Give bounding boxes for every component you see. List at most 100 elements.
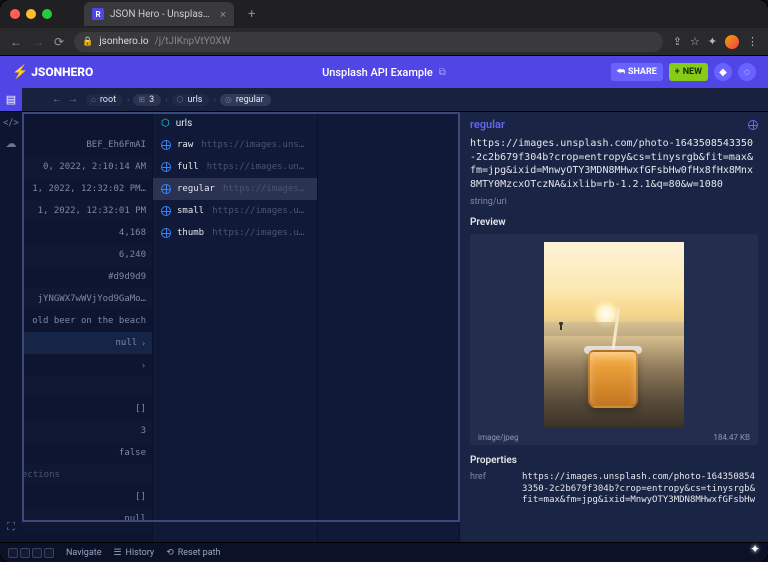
crumb-forward-icon[interactable]: →: [68, 94, 78, 105]
reset-icon: ⟲: [166, 548, 174, 558]
property-row: href https://images.unsplash.com/photo-16…: [470, 472, 758, 506]
parent-preview-column: BEF_Eh6FmAI0, 2022, 2:10:14 AM1, 2022, 1…: [22, 112, 152, 542]
details-url-value[interactable]: https://images.unsplash.com/photo-164350…: [470, 137, 758, 191]
parent-row[interactable]: null›: [22, 332, 152, 354]
url-row-full[interactable]: fullhttps://images.unsplash.com/ph…: [153, 156, 317, 178]
parent-row[interactable]: []: [22, 398, 152, 420]
url-input[interactable]: 🔒 jsonhero.io/j/tJIKnpVtY0XW: [74, 32, 663, 52]
profile-avatar[interactable]: [725, 35, 739, 49]
parent-row[interactable]: BEF_Eh6FmAI: [22, 134, 152, 156]
github-button[interactable]: ◌: [738, 63, 756, 81]
url-row-raw[interactable]: rawhttps://images.unsplash.com/ph…: [153, 134, 317, 156]
parent-row[interactable]: 1, 2022, 12:32:02 PM…: [22, 178, 152, 200]
object-icon: ⬡: [161, 118, 170, 129]
share-button[interactable]: ⮪ SHARE: [611, 63, 663, 81]
parent-row[interactable]: [22, 530, 152, 542]
url-row-thumb[interactable]: thumbhttps://images.unsplash.com/p…: [153, 222, 317, 244]
chevron-right-icon: ›: [141, 361, 146, 370]
crumb-back-icon[interactable]: ←: [52, 94, 62, 105]
parent-row[interactable]: ections: [22, 464, 152, 486]
parent-row[interactable]: 6,240: [22, 244, 152, 266]
nav-back-icon[interactable]: ←: [10, 35, 22, 49]
tab-favicon: R: [92, 8, 104, 20]
copy-link-icon[interactable]: ⧉: [439, 67, 446, 78]
maximize-window-button[interactable]: [42, 9, 52, 19]
parent-row[interactable]: 3: [22, 420, 152, 442]
breadcrumb-root[interactable]: ⌂root: [86, 94, 123, 106]
history-button[interactable]: ☰ History: [113, 548, 154, 558]
urls-column-title: urls: [176, 118, 193, 129]
child-column: [318, 112, 460, 542]
new-button[interactable]: + NEW: [669, 63, 708, 81]
home-icon: ⌂: [91, 95, 96, 104]
string-icon: ◎: [225, 95, 232, 104]
extensions-icon[interactable]: ✦: [708, 35, 717, 48]
nav-reload-icon[interactable]: ⟳: [54, 35, 64, 49]
chevron-right-icon: ›: [141, 339, 146, 348]
cloud-view-icon[interactable]: ☁: [6, 137, 17, 150]
parent-row[interactable]: jYNGWX7wWVjYod9GaMo…: [22, 288, 152, 310]
parent-row[interactable]: old beer on the beach: [22, 310, 152, 332]
tab-close-icon[interactable]: ×: [220, 8, 226, 21]
details-panel: regular https://images.unsplash.com/phot…: [460, 112, 768, 542]
discord-icon: ◆: [719, 67, 727, 78]
breadcrumb-3[interactable]: ⊞3: [133, 94, 161, 106]
lock-icon: 🔒: [82, 37, 93, 47]
parent-row[interactable]: null: [22, 508, 152, 530]
details-type: string/uri: [470, 197, 758, 207]
browser-tab[interactable]: R JSON Hero - Unsplash API Exa ×: [84, 2, 234, 26]
close-window-button[interactable]: [10, 9, 20, 19]
urls-column-header: ⬡ urls: [153, 112, 317, 134]
parent-row[interactable]: 1, 2022, 12:32:01 PM: [22, 200, 152, 222]
arrow-keys-hint: [8, 548, 54, 558]
view-rail: </> ☁ ⛶: [0, 112, 22, 542]
url-row-small[interactable]: smallhttps://images.unsplash.com/p…: [153, 200, 317, 222]
url-path: /j/tJIKnpVtY0XW: [155, 36, 231, 47]
logo-text: JSONHERO: [31, 65, 93, 79]
parent-row[interactable]: 0, 2022, 2:10:14 AM: [22, 156, 152, 178]
navigate-label: Navigate: [66, 548, 101, 558]
new-tab-button[interactable]: +: [248, 7, 255, 22]
expand-icon[interactable]: ⛶: [7, 520, 15, 534]
image-preview[interactable]: [476, 240, 752, 430]
property-key: href: [470, 472, 506, 506]
column-view-button[interactable]: ▤: [0, 88, 22, 111]
nav-forward-icon[interactable]: →: [32, 35, 44, 49]
globe-icon: [161, 162, 171, 172]
discord-button[interactable]: ◆: [714, 63, 732, 81]
parent-row[interactable]: false: [22, 442, 152, 464]
details-key-name: regular: [470, 118, 505, 131]
status-bar: Navigate ☰ History ⟲ Reset path: [0, 542, 768, 562]
globe-icon: [161, 228, 171, 238]
tab-title: JSON Hero - Unsplash API Exa: [110, 9, 214, 20]
breadcrumbs: ⌂root›⊞3›⬡urls›◎regular: [86, 94, 271, 106]
array-icon: ⊞: [138, 95, 145, 104]
titlebar: R JSON Hero - Unsplash API Exa × +: [0, 0, 768, 28]
code-view-icon[interactable]: </>: [3, 116, 19, 129]
app-logo[interactable]: ⚡ JSONHERO: [12, 65, 93, 80]
github-icon: ◌: [744, 67, 750, 78]
parent-row[interactable]: []: [22, 486, 152, 508]
property-value[interactable]: https://images.unsplash.com/photo-164350…: [522, 472, 758, 506]
minimize-window-button[interactable]: [26, 9, 36, 19]
url-row-regular[interactable]: regularhttps://images.unsplash.com…: [153, 178, 317, 200]
globe-icon[interactable]: [748, 120, 758, 130]
content-area: </> ☁ ⛶ BEF_Eh6FmAI0, 2022, 2:10:14 AM1,…: [0, 112, 768, 542]
chevron-right-icon: ›: [125, 95, 131, 104]
columns-icon: ▤: [6, 93, 16, 106]
parent-row[interactable]: ›: [22, 354, 152, 376]
parent-row[interactable]: 4,168: [22, 222, 152, 244]
parent-row[interactable]: [22, 376, 152, 398]
breadcrumb-regular[interactable]: ◎regular: [220, 94, 271, 106]
reset-path-button[interactable]: ⟲ Reset path: [166, 548, 220, 558]
parent-row[interactable]: #d9d9d9: [22, 266, 152, 288]
app-header: ⚡ JSONHERO Unsplash API Example ⧉ ⮪ SHAR…: [0, 56, 768, 88]
breadcrumb-urls[interactable]: ⬡urls: [172, 94, 210, 106]
kebab-menu-icon[interactable]: ⋮: [747, 35, 758, 48]
object-icon: ⬡: [177, 95, 184, 104]
preview-box: image/jpeg 184.47 KB: [470, 234, 758, 445]
share-arrow-icon: ⮪: [617, 67, 625, 77]
share-icon[interactable]: ⇪: [673, 35, 682, 48]
sparkle-icon: ✦: [750, 542, 760, 556]
bookmark-icon[interactable]: ☆: [690, 35, 700, 48]
